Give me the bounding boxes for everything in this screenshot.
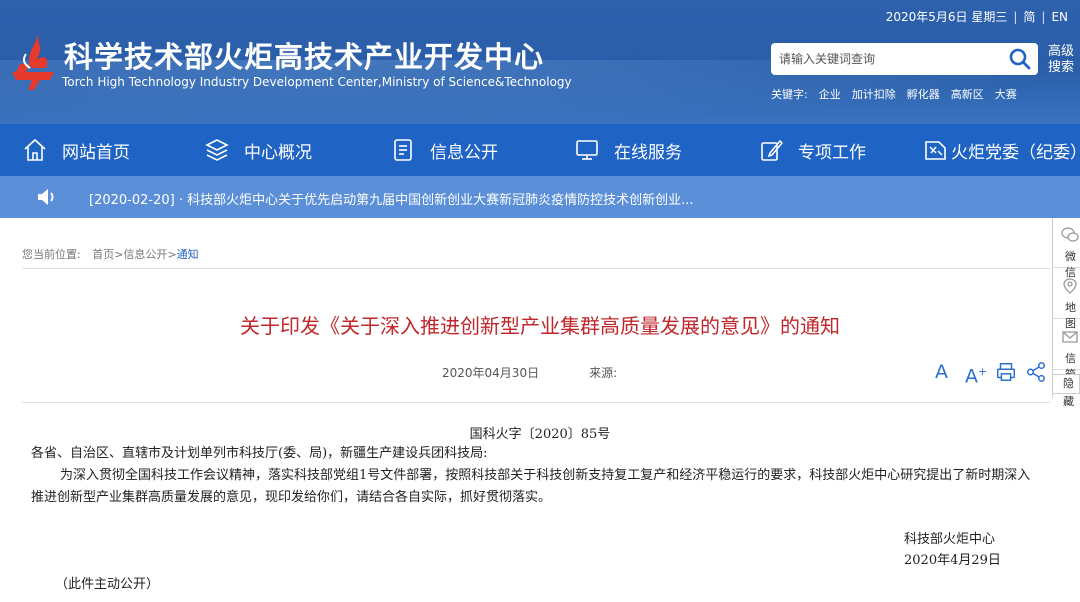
print-icon[interactable] [995, 360, 1017, 384]
side-item-mailbox[interactable]: 信箱 [1053, 320, 1080, 381]
side-item-wechat[interactable]: 微信 [1053, 218, 1080, 279]
party-icon [925, 141, 946, 160]
nav-item-label: 专项工作 [798, 142, 866, 163]
notice-link[interactable]: [2020-02-20] · 科技部火炬中心关于优先启动第九届中国创新创业大赛新… [89, 189, 694, 208]
separator: | [1041, 9, 1046, 24]
divider [22, 402, 1050, 403]
site-title: 科学技术部火炬高技术产业开发中心 [64, 40, 545, 74]
lang-simplified-link[interactable]: 简 [1023, 8, 1035, 25]
article-source-label: 来源: [589, 366, 618, 380]
nav-item-label: 信息公开 [430, 142, 498, 163]
keywords-bar: 关键字: 企业 加计扣除 孵化器 高新区 大赛 [771, 86, 1017, 102]
document-icon [394, 139, 412, 161]
article-date: 2020年04月30日 [442, 366, 540, 380]
search-icon[interactable] [1008, 47, 1032, 71]
layers-icon [205, 139, 229, 161]
main-nav: 网站首页 中心概况 信息公开 在线服务 专项工作 火炬党委（纪委） [0, 124, 1080, 176]
nav-item-special-work[interactable]: 专项工作 [758, 124, 866, 176]
nav-item-label: 网站首页 [62, 142, 130, 163]
article-recipients: 各省、自治区、直辖市及计划单列市科技厅(委、局)，新疆生产建设兵团科技局: [31, 446, 488, 461]
breadcrumb-label: 您当前位置: [22, 248, 81, 261]
article-meta: 2020年04月30日 来源: [442, 364, 617, 381]
breadcrumb-current[interactable]: 通知 [177, 248, 199, 261]
notice-bar: [2020-02-20] · 科技部火炬中心关于优先启动第九届中国创新创业大赛新… [0, 176, 1080, 218]
separator: | [1013, 9, 1018, 24]
breadcrumb-separator: > [167, 248, 177, 261]
wechat-icon [1061, 227, 1079, 242]
keyword-link[interactable]: 大赛 [995, 86, 1017, 102]
breadcrumb-section[interactable]: 信息公开 [123, 248, 167, 261]
breadcrumb-home[interactable]: 首页 [92, 248, 114, 261]
public-note: （此件主动公开） [55, 577, 160, 592]
divider [22, 268, 1050, 269]
current-date: 2020年5月6日 星期三 [885, 10, 1008, 24]
nav-item-home[interactable]: 网站首页 [22, 124, 130, 176]
speaker-icon [38, 189, 54, 205]
font-increase-button[interactable]: A+ [965, 360, 987, 387]
sign-date: 2020年4月29日 [904, 553, 1001, 568]
font-decrease-button[interactable]: A [935, 360, 957, 384]
keyword-link[interactable]: 孵化器 [907, 86, 940, 102]
article-title: 关于印发《关于深入推进创新型产业集群高质量发展的意见》的通知 [240, 314, 840, 338]
home-icon [24, 138, 46, 161]
keyword-link[interactable]: 高新区 [951, 86, 984, 102]
nav-item-label: 中心概况 [244, 142, 312, 163]
nav-item-online-service[interactable]: 在线服务 [574, 124, 682, 176]
breadcrumb: 您当前位置: 首页>信息公开>通知 [22, 246, 199, 262]
torch-logo[interactable] [6, 28, 60, 90]
lang-english-link[interactable]: EN [1051, 10, 1068, 24]
article-body: 各省、自治区、直辖市及计划单列市科技厅(委、局)，新疆生产建设兵团科技局: 为深… [31, 443, 1041, 509]
nav-item-disclosure[interactable]: 信息公开 [390, 124, 498, 176]
search-box [771, 43, 1038, 75]
share-icon[interactable] [1025, 360, 1047, 384]
side-panel: 微信 地图 信箱 [1052, 218, 1080, 398]
keywords-label: 关键字: [771, 88, 808, 101]
site-subtitle: Torch High Technology Industry Developme… [62, 75, 572, 89]
site-header: 科学技术部火炬高技术产业开发中心 Torch High Technology I… [0, 0, 1080, 124]
nav-item-overview[interactable]: 中心概况 [204, 124, 312, 176]
nav-item-label: 在线服务 [614, 142, 682, 163]
search-input[interactable] [779, 49, 999, 69]
mail-icon [1062, 331, 1078, 343]
nav-item-label: 火炬党委（纪委） [951, 142, 1080, 163]
signer: 科技部火炬中心 [904, 532, 996, 547]
document-number: 国科火字〔2020〕85号 [469, 427, 611, 442]
keyword-link[interactable]: 企业 [819, 86, 841, 102]
nav-item-party-committee[interactable]: 火炬党委（纪委） [923, 124, 1080, 176]
top-bar: 2020年5月6日 星期三 | 简 | EN [886, 8, 1068, 25]
clipboard-icon [761, 139, 784, 161]
monitor-icon [576, 140, 598, 160]
article-paragraph: 为深入贯彻全国科技工作会议精神，落实科技部党组1号文件部署，按照科技部关于科技创… [31, 468, 1031, 505]
side-item-map[interactable]: 地图 [1053, 269, 1080, 330]
article-signature: 科技部火炬中心 2020年4月29日 [904, 529, 1001, 571]
map-pin-icon [1063, 278, 1077, 294]
hide-panel-button[interactable]: 隐藏 [1052, 374, 1080, 408]
article-tools: A A+ [935, 360, 1047, 387]
advanced-search-link[interactable]: 高级搜索 [1048, 44, 1078, 76]
keyword-link[interactable]: 加计扣除 [852, 86, 896, 102]
